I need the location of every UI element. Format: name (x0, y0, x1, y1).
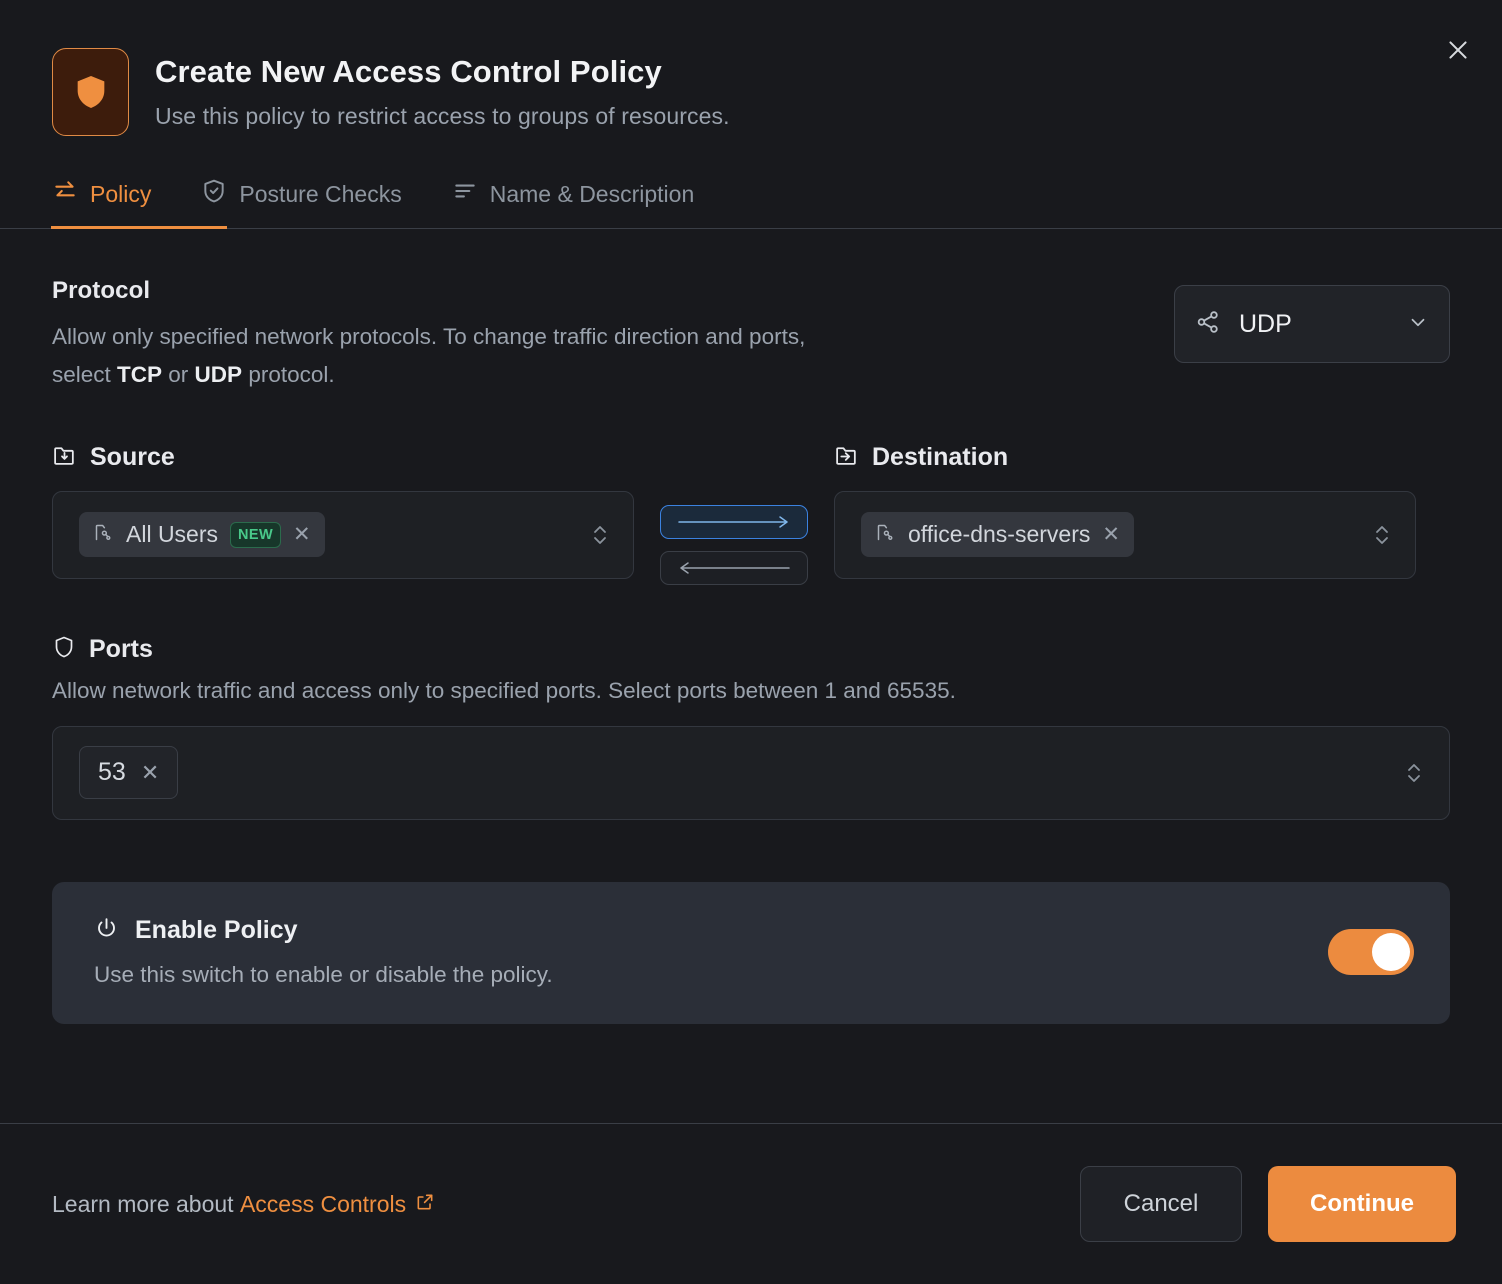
protocol-description-part2: protocol. (242, 362, 335, 387)
protocol-tcp-emphasis: TCP (117, 362, 162, 387)
source-section: Source All Users NEW (52, 443, 634, 579)
chevron-down-icon (1407, 311, 1429, 338)
share-nodes-icon (1195, 309, 1221, 340)
protocol-selected-value: UDP (1239, 310, 1389, 339)
source-chip-label: All Users (126, 521, 218, 548)
remove-chip-icon[interactable]: ✕ (293, 524, 311, 545)
source-stepper-icon[interactable] (587, 520, 619, 550)
destination-chip-label: office-dns-servers (908, 521, 1090, 548)
ports-section: Ports Allow network traffic and access o… (52, 635, 1450, 820)
toggle-knob (1372, 933, 1410, 971)
page-subtitle: Use this policy to restrict access to gr… (155, 103, 730, 130)
ports-description: Allow network traffic and access only to… (52, 678, 1450, 704)
tab-label: Name & Description (490, 181, 695, 208)
ports-input[interactable]: 53 ✕ (52, 726, 1450, 820)
protocol-section: Protocol Allow only specified network pr… (52, 277, 1450, 395)
tab-posture-checks[interactable]: Posture Checks (201, 172, 401, 228)
protocol-title: Protocol (52, 277, 812, 305)
protocol-udp-emphasis: UDP (195, 362, 243, 387)
group-icon (875, 522, 896, 548)
tab-label: Policy (90, 181, 151, 208)
dialog-footer: Learn more about Access Controls Cancel … (0, 1124, 1502, 1284)
dialog-header: Create New Access Control Policy Use thi… (0, 0, 1502, 136)
protocol-description: Allow only specified network protocols. … (52, 318, 812, 395)
protocol-select[interactable]: UDP (1174, 285, 1450, 363)
remove-chip-icon[interactable]: ✕ (1102, 524, 1120, 545)
access-controls-link-label: Access Controls (240, 1191, 406, 1218)
status-badge: NEW (230, 522, 281, 548)
learn-more-text: Learn more about Access Controls (52, 1191, 435, 1218)
list-lines-icon (452, 178, 478, 210)
folder-out-icon (834, 443, 859, 473)
external-link-icon (415, 1191, 435, 1218)
power-icon (94, 916, 119, 946)
learn-more-prefix: Learn more about (52, 1191, 240, 1217)
source-label: Source (90, 443, 175, 472)
source-input[interactable]: All Users NEW ✕ (52, 491, 634, 579)
access-controls-link[interactable]: Access Controls (240, 1191, 435, 1218)
destination-section: Destination office-dns-servers (834, 443, 1416, 579)
create-access-control-policy-dialog: Create New Access Control Policy Use thi… (0, 0, 1502, 1284)
protocol-description-or: or (162, 362, 195, 387)
tab-policy[interactable]: Policy (52, 172, 151, 228)
continue-button[interactable]: Continue (1268, 1166, 1456, 1242)
tab-label: Posture Checks (239, 181, 401, 208)
tab-name-description[interactable]: Name & Description (452, 172, 695, 228)
direction-toggle (660, 443, 808, 585)
group-icon (93, 522, 114, 548)
shield-icon (52, 48, 129, 136)
dialog-body: Protocol Allow only specified network pr… (0, 229, 1502, 1123)
destination-input[interactable]: office-dns-servers ✕ (834, 491, 1416, 579)
enable-policy-card: Enable Policy Use this switch to enable … (52, 882, 1450, 1024)
enable-policy-title: Enable Policy (135, 916, 298, 945)
source-destination-row: Source All Users NEW (52, 443, 1450, 585)
ports-title: Ports (89, 635, 153, 664)
page-title: Create New Access Control Policy (155, 54, 730, 90)
port-chip[interactable]: 53 ✕ (79, 746, 178, 799)
direction-forward-button[interactable] (660, 505, 808, 539)
enable-policy-description: Use this switch to enable or disable the… (94, 962, 553, 988)
destination-label: Destination (872, 443, 1008, 472)
direction-backward-button[interactable] (660, 551, 808, 585)
folder-in-icon (52, 443, 77, 473)
port-value: 53 (98, 758, 126, 787)
cancel-button[interactable]: Cancel (1080, 1166, 1242, 1242)
source-chip[interactable]: All Users NEW ✕ (79, 512, 325, 557)
transfer-arrows-icon (52, 178, 78, 210)
ports-stepper-icon[interactable] (1401, 758, 1433, 788)
shield-outline-icon (52, 635, 76, 664)
shield-check-icon (201, 178, 227, 210)
enable-policy-toggle[interactable] (1328, 929, 1414, 975)
tab-bar: Policy Posture Checks Name & Descript (0, 172, 1502, 229)
remove-port-icon[interactable]: ✕ (141, 762, 159, 784)
destination-stepper-icon[interactable] (1369, 520, 1401, 550)
close-icon[interactable] (1436, 28, 1480, 72)
destination-chip[interactable]: office-dns-servers ✕ (861, 512, 1134, 557)
